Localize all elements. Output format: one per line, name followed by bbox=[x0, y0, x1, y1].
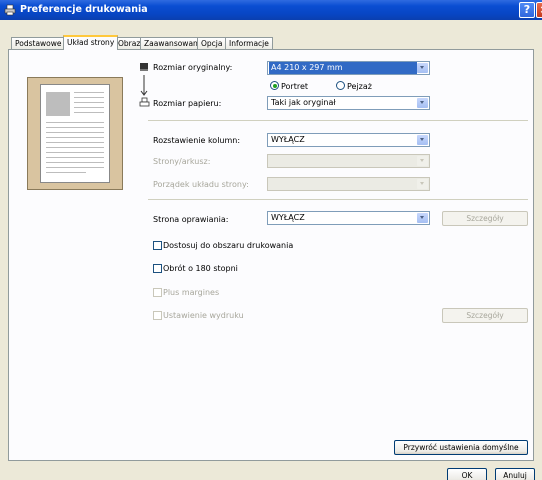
portrait-radio[interactable] bbox=[270, 81, 279, 90]
preview-text-line bbox=[46, 162, 104, 163]
paper-size-label: Rozmiar papieru: bbox=[153, 99, 222, 108]
preview-text-line bbox=[46, 167, 104, 168]
binding-label: Strona oprawiania: bbox=[153, 215, 229, 224]
pages-per-sheet-select[interactable] bbox=[267, 154, 430, 168]
preview-text-line bbox=[46, 127, 104, 128]
plus-margins-label: Plus margines bbox=[163, 288, 220, 297]
separator bbox=[148, 120, 528, 121]
rotate-180-checkbox[interactable] bbox=[153, 264, 162, 273]
restore-defaults-button[interactable]: Przywróć ustawienia domyślne bbox=[394, 440, 528, 455]
preview-text-line bbox=[46, 157, 104, 158]
original-size-select[interactable]: A4 210 x 297 mm bbox=[267, 61, 430, 75]
print-position-details-button[interactable]: Szczegóły bbox=[442, 308, 528, 323]
paper-size-select[interactable]: Taki jak oryginał bbox=[267, 96, 430, 110]
chevron-down-icon[interactable] bbox=[417, 179, 428, 189]
columns-select[interactable]: WYŁĄCZ bbox=[267, 133, 430, 147]
separator bbox=[148, 199, 528, 200]
preview-text-line bbox=[46, 152, 104, 153]
page-order-label: Porządek układu strony: bbox=[153, 180, 249, 189]
tab-opcja[interactable]: Opcja bbox=[197, 37, 227, 49]
preview-text-line bbox=[46, 122, 104, 123]
close-button[interactable]: × bbox=[536, 2, 542, 18]
chevron-down-icon[interactable] bbox=[417, 156, 428, 166]
fit-to-print-area-label: Dostosuj do obszaru drukowania bbox=[163, 241, 294, 250]
chevron-down-icon[interactable] bbox=[417, 135, 428, 145]
tab-uklad-strony[interactable]: Układ strony bbox=[63, 35, 119, 50]
columns-label: Rozstawienie kolumn: bbox=[153, 136, 241, 145]
chevron-down-icon[interactable] bbox=[417, 63, 428, 73]
preview-text-line bbox=[46, 132, 104, 133]
original-size-label: Rozmiar oryginalny: bbox=[153, 63, 233, 72]
printer-icon bbox=[139, 97, 150, 107]
original-size-value: A4 210 x 297 mm bbox=[269, 62, 417, 74]
portrait-label: Portret bbox=[281, 82, 309, 91]
preview-text-line bbox=[74, 112, 104, 113]
page-order-select[interactable] bbox=[267, 177, 430, 191]
document-icon bbox=[140, 63, 148, 71]
tab-podstawowe[interactable]: Podstawowe bbox=[11, 37, 66, 49]
landscape-label: Pejzaż bbox=[347, 82, 372, 91]
print-position-checkbox[interactable] bbox=[153, 311, 162, 320]
preview-text-line bbox=[46, 142, 104, 143]
preview-text-line bbox=[46, 147, 104, 148]
rotate-180-label: Obrót o 180 stopni bbox=[163, 264, 238, 273]
landscape-radio[interactable] bbox=[336, 81, 345, 90]
cancel-button[interactable]: Anuluj bbox=[495, 468, 535, 480]
ok-button[interactable]: OK bbox=[447, 468, 487, 480]
preview-text-line bbox=[46, 137, 104, 138]
title-bar[interactable]: Preferencje drukowania ? × bbox=[0, 0, 542, 20]
paper-size-value: Taki jak oryginał bbox=[271, 98, 336, 107]
tab-informacje[interactable]: Informacje bbox=[225, 37, 273, 49]
print-position-label: Ustawienie wydruku bbox=[163, 311, 244, 320]
binding-value: WYŁĄCZ bbox=[271, 213, 305, 222]
chevron-down-icon[interactable] bbox=[417, 98, 428, 108]
arrow-down-icon bbox=[140, 75, 148, 96]
preview-text-line bbox=[74, 97, 104, 98]
help-button[interactable]: ? bbox=[519, 2, 535, 18]
plus-margins-checkbox[interactable] bbox=[153, 288, 162, 297]
fit-to-print-area-checkbox[interactable] bbox=[153, 241, 162, 250]
preview-text-line bbox=[46, 172, 86, 173]
pages-per-sheet-label: Strony/arkusz: bbox=[153, 157, 211, 166]
chevron-down-icon[interactable] bbox=[417, 213, 428, 223]
columns-value: WYŁĄCZ bbox=[271, 135, 305, 144]
preview-text-line bbox=[74, 102, 104, 103]
printer-app-icon bbox=[4, 4, 16, 16]
window-title: Preferencje drukowania bbox=[20, 4, 148, 15]
binding-details-button[interactable]: Szczegóły bbox=[442, 211, 528, 226]
binding-select[interactable]: WYŁĄCZ bbox=[267, 211, 430, 225]
preview-image-placeholder bbox=[46, 92, 70, 116]
preview-text-line bbox=[74, 92, 104, 93]
preview-text-line bbox=[74, 107, 104, 108]
